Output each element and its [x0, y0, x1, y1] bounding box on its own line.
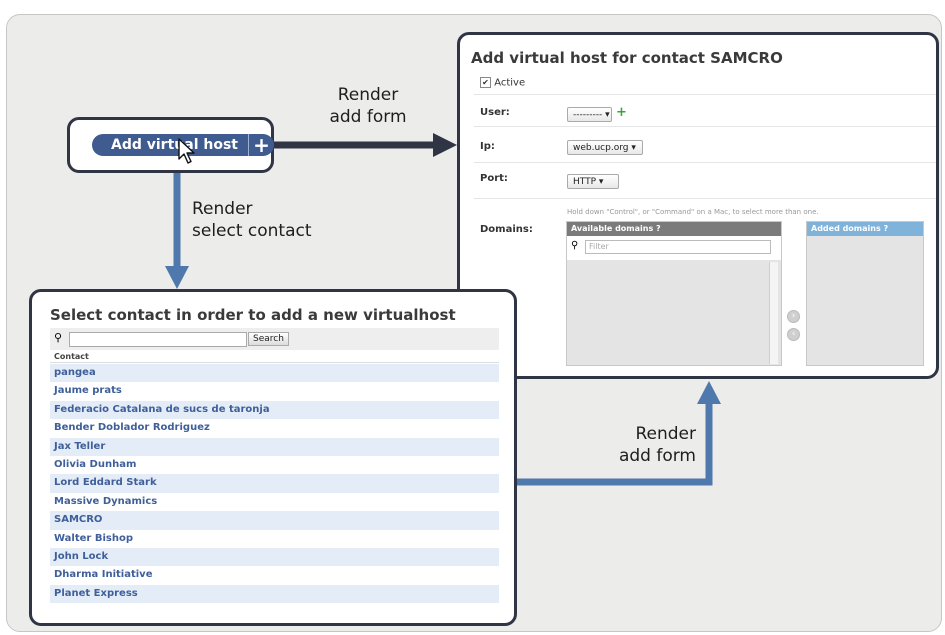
domains-label: Domains: — [480, 224, 533, 235]
contact-item[interactable]: Jax Teller — [50, 437, 499, 456]
remove-domain-button[interactable]: ‹ — [787, 328, 800, 341]
contact-item[interactable]: Walter Bishop — [50, 529, 499, 548]
contact-item[interactable]: Dharma Initiative — [50, 566, 499, 585]
filter-search-icon: ⚲ — [571, 240, 579, 251]
contact-item[interactable]: Federacio Catalana de sucs de taronja — [50, 400, 499, 420]
row-divider — [474, 94, 936, 95]
active-row: ✔ Active — [480, 77, 525, 89]
help-icon: ? — [656, 224, 661, 233]
contact-column-header[interactable]: Contact — [50, 351, 499, 363]
edge-label-left-line2: select contact — [192, 221, 312, 241]
added-domains-header: Added domains ? — [807, 222, 923, 236]
search-bar: ⚲ Search — [50, 328, 499, 350]
contact-list: pangea Jaume prats Federacio Catalana de… — [50, 364, 499, 604]
port-select-value: HTTP — [573, 177, 597, 187]
contact-item[interactable]: Massive Dynamics — [50, 492, 499, 512]
available-domains-header: Available domains ? — [567, 222, 781, 236]
edge-label-top: Render add form — [323, 84, 413, 128]
mouse-pointer-icon — [178, 138, 195, 164]
available-domains-scrollbar[interactable] — [769, 262, 778, 364]
search-icon: ⚲ — [54, 331, 63, 344]
contact-item[interactable]: Jaume prats — [50, 382, 499, 401]
port-select[interactable]: HTTP ▾ — [567, 174, 619, 189]
contact-item[interactable]: Planet Express — [50, 584, 499, 604]
add-virtual-host-label: Add virtual host — [111, 137, 238, 153]
edge-label-left: Render select contact — [192, 198, 312, 242]
user-select-value: --------- — [573, 110, 603, 120]
active-checkbox[interactable]: ✔ — [480, 77, 491, 88]
filter-row: ⚲ Filter — [567, 236, 781, 260]
active-label: Active — [494, 77, 526, 89]
edge-label-top-line2: add form — [329, 107, 407, 127]
help-icon: ? — [883, 224, 889, 233]
form-title: Add virtual host for contact SAMCRO — [471, 49, 783, 67]
row-divider — [474, 126, 936, 127]
ip-label: Ip: — [480, 141, 495, 152]
contact-item[interactable]: Lord Eddard Stark — [50, 474, 499, 493]
ip-select-value: web.ucp.org — [573, 143, 629, 153]
select-contact-panel: Select contact in order to add a new vir… — [29, 289, 517, 626]
row-divider — [474, 162, 936, 163]
add-virtual-host-form-panel: Add virtual host for contact SAMCRO ✔ Ac… — [457, 32, 939, 379]
contact-item[interactable]: pangea — [50, 364, 499, 383]
search-input[interactable] — [69, 332, 247, 347]
edge-label-bottom-line1: Render — [635, 424, 696, 444]
edge-label-top-line1: Render — [337, 85, 399, 105]
available-domains-title: Available domains — [571, 224, 654, 233]
ip-select[interactable]: web.ucp.org ▾ — [567, 140, 643, 155]
add-domain-button[interactable]: › — [787, 310, 800, 323]
search-button[interactable]: Search — [248, 332, 289, 346]
edge-label-bottom: Render add form — [606, 423, 696, 467]
user-select[interactable]: --------- ▾ — [567, 107, 612, 122]
contact-item[interactable]: Bender Doblador Rodriguez — [50, 419, 499, 438]
available-domains-box: Available domains ? ⚲ Filter — [566, 221, 782, 366]
select-contact-title: Select contact in order to add a new vir… — [50, 306, 456, 324]
plus-icon: + — [253, 133, 270, 157]
filter-input[interactable]: Filter — [585, 240, 771, 254]
edge-label-left-line1: Render — [192, 199, 253, 219]
added-domains-title: Added domains — [811, 224, 881, 233]
contact-item[interactable]: Olivia Dunham — [50, 455, 499, 475]
domains-help-text: Hold down "Control", or "Command" on a M… — [567, 208, 819, 216]
contact-item[interactable]: SAMCRO — [50, 511, 499, 530]
contact-item[interactable]: John Lock — [50, 547, 499, 567]
add-user-icon[interactable]: + — [616, 105, 627, 120]
edge-label-bottom-line2: add form — [618, 446, 696, 466]
row-divider — [474, 198, 936, 199]
added-domains-box: Added domains ? — [806, 221, 924, 366]
port-label: Port: — [480, 173, 508, 184]
user-label: User: — [480, 107, 510, 118]
add-virtual-host-panel: Add virtual host + — [67, 117, 274, 173]
